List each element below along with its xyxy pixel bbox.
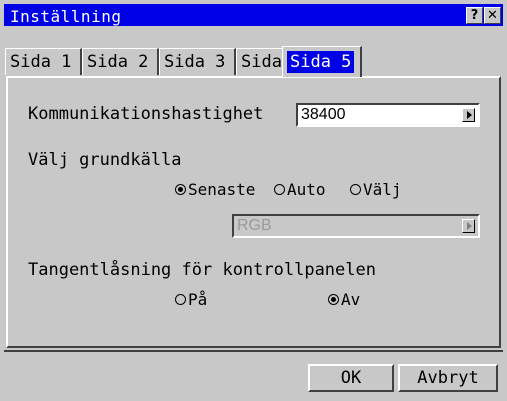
radio-label: Senaste (188, 180, 256, 199)
tab-label: Sida 2 (87, 52, 149, 72)
divider (4, 350, 503, 352)
radio-off-icon (274, 184, 285, 195)
communication-speed-value: 38400 (301, 106, 346, 123)
close-icon[interactable]: ✕ (484, 7, 501, 24)
tab-sida-4[interactable]: Sida 4 (236, 48, 284, 75)
tab-label: Sida 3 (164, 52, 226, 72)
radio-senaste[interactable]: Senaste (175, 180, 255, 199)
radio-label: Välj (363, 180, 402, 199)
tab-sida-3[interactable]: Sida 3 (159, 48, 236, 75)
title-bar: Inställning ? ✕ (4, 4, 503, 26)
cancel-button[interactable]: Avbryt (398, 364, 498, 392)
radio-av[interactable]: Av (328, 290, 360, 309)
communication-speed-select[interactable]: 38400 (296, 103, 480, 127)
radio-label: På (188, 290, 208, 309)
communication-speed-label: Kommunikationshastighet (28, 104, 264, 124)
radio-label: Av (341, 290, 361, 309)
chevron-right-icon[interactable] (462, 108, 475, 122)
tab-label: Sida 1 (10, 52, 72, 72)
chevron-right-icon (462, 219, 475, 233)
tab-label: Sida 5 (287, 51, 355, 73)
tab-sida-1[interactable]: Sida 1 (5, 48, 82, 75)
window-title: Inställning (10, 7, 122, 26)
radio-auto[interactable]: Auto (274, 180, 326, 199)
radio-pa[interactable]: På (175, 290, 207, 309)
radio-valj[interactable]: Välj (350, 180, 402, 199)
radio-label: Auto (287, 180, 326, 199)
ok-button[interactable]: OK (308, 364, 394, 392)
radio-off-icon (350, 184, 361, 195)
radio-on-icon (175, 184, 186, 195)
source-select[interactable]: RGB (232, 214, 480, 238)
tab-sida-2[interactable]: Sida 2 (82, 48, 159, 75)
radio-on-icon (328, 294, 339, 305)
tab-sida-5[interactable]: Sida 5 (282, 46, 362, 77)
radio-off-icon (175, 294, 186, 305)
source-select-value: RGB (237, 217, 272, 234)
tab-label: Sida 4 (241, 52, 282, 72)
default-source-label: Välj grundkälla (28, 150, 182, 170)
key-lock-label: Tangentlåsning för kontrollpanelen (28, 260, 376, 280)
help-icon[interactable]: ? (466, 7, 483, 24)
